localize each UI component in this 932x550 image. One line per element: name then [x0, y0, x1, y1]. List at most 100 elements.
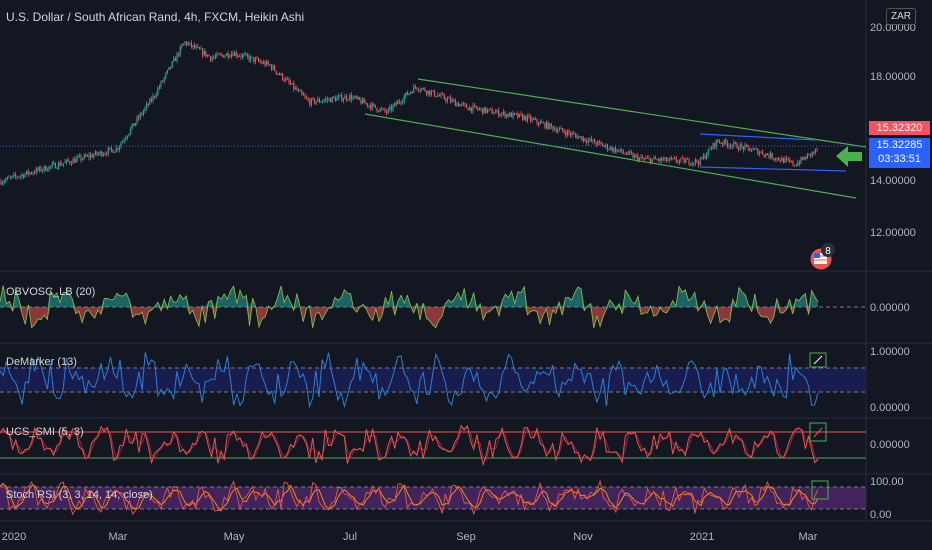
candle-body — [302, 93, 304, 96]
candle-body — [781, 157, 783, 162]
candle-body — [779, 159, 781, 162]
candle-body — [118, 146, 120, 150]
candle-body — [592, 139, 594, 142]
candle-body — [690, 164, 692, 166]
candle-body — [288, 79, 290, 83]
candle-body — [709, 148, 711, 150]
currency-badge[interactable]: ZAR — [886, 8, 916, 25]
bar-countdown: 03:33:51 — [878, 153, 921, 165]
candle-body — [301, 90, 303, 94]
candle-body — [54, 163, 56, 169]
candle-body — [80, 155, 82, 160]
candle-body — [253, 57, 255, 62]
candle-body — [91, 154, 93, 158]
candle-body — [158, 86, 160, 89]
candle-body — [598, 141, 600, 143]
candle-body — [42, 170, 44, 172]
candle-body — [336, 97, 338, 101]
candle-body — [325, 99, 327, 101]
candle-body — [558, 128, 560, 131]
smi-label[interactable]: UCS_SMI (5, 3) — [6, 426, 84, 438]
candle-body — [46, 170, 48, 172]
candle-body — [565, 132, 567, 136]
candle-body — [184, 41, 186, 44]
candle-body — [104, 153, 106, 155]
candle-body — [67, 159, 69, 162]
stoch-label[interactable]: Stoch RSI (3, 3, 14, 14, close) — [6, 489, 153, 501]
candle-body — [539, 121, 541, 125]
candle-body — [352, 97, 354, 100]
candle-body — [666, 157, 668, 162]
candle-body — [461, 103, 463, 105]
candle-body — [237, 55, 239, 57]
candle-body — [718, 141, 720, 143]
candle-body — [688, 158, 690, 165]
candle-body — [259, 61, 261, 63]
candle-body — [382, 108, 384, 110]
candle-body — [434, 90, 436, 97]
candle-body — [730, 145, 732, 148]
candle-body — [136, 117, 138, 123]
candle-body — [608, 149, 610, 151]
candle-body — [816, 149, 818, 151]
candle-body — [176, 53, 178, 61]
candle-body — [451, 99, 453, 102]
event-flag-icon[interactable]: 8 — [809, 243, 835, 271]
demarker-tick-1: 1.00000 — [870, 346, 910, 358]
candle-body — [786, 158, 788, 160]
demarker-label[interactable]: DeMarker (13) — [6, 356, 77, 368]
candle-body — [333, 96, 335, 98]
candle-body — [34, 172, 36, 174]
candle-body — [792, 160, 794, 166]
candle-body — [218, 53, 220, 55]
candle-body — [374, 104, 376, 108]
candle-body — [520, 113, 522, 115]
candle-body — [379, 108, 381, 112]
demarker-tick-0: 0.00000 — [870, 402, 910, 414]
candle-body — [648, 157, 650, 159]
price-tag-red: 15.32320 — [869, 121, 930, 135]
candle-body — [264, 61, 266, 66]
candle-body — [787, 159, 789, 161]
candle-body — [358, 97, 360, 100]
chart-title: U.S. Dollar / South African Rand, 4h, FX… — [6, 10, 305, 24]
candle-body — [486, 109, 488, 113]
candle-body — [155, 94, 157, 97]
candle-body — [637, 155, 639, 161]
candle-body — [101, 151, 103, 156]
candle-body — [275, 70, 277, 74]
candle-body — [200, 48, 202, 50]
candle-body — [341, 95, 343, 101]
candle-body — [373, 103, 375, 105]
candle-body — [450, 97, 452, 102]
candle-body — [246, 53, 248, 57]
candle-body — [766, 153, 768, 156]
candle-body — [74, 159, 76, 163]
candle-body — [75, 158, 77, 163]
candle-body — [506, 114, 508, 118]
candle-body — [152, 95, 154, 101]
candle-body — [240, 55, 242, 57]
candle-body — [542, 122, 544, 124]
candle-body — [277, 73, 279, 75]
candle-body — [5, 179, 7, 182]
candle-body — [491, 109, 493, 114]
candle-body — [795, 165, 797, 167]
candle-body — [672, 158, 674, 160]
candle-body — [510, 112, 512, 118]
candle-body — [454, 100, 456, 106]
chart-canvas[interactable]: 8 20.00000 18.00000 14.00000 12.00000 0.… — [0, 0, 932, 550]
candle-body — [390, 106, 392, 110]
candle-body — [536, 118, 538, 123]
candle-body — [310, 98, 312, 105]
candle-body — [416, 87, 418, 90]
candle-body — [283, 79, 285, 81]
obv-label[interactable]: OBVOSC_LB (20) — [6, 286, 95, 298]
candle-body — [674, 158, 676, 160]
candle-body — [790, 160, 792, 162]
candle-body — [768, 155, 770, 158]
candle-body — [722, 143, 724, 145]
stoch-tick-100: 100.00 — [870, 476, 904, 488]
candle-body — [659, 158, 661, 161]
candle-body — [742, 146, 744, 150]
